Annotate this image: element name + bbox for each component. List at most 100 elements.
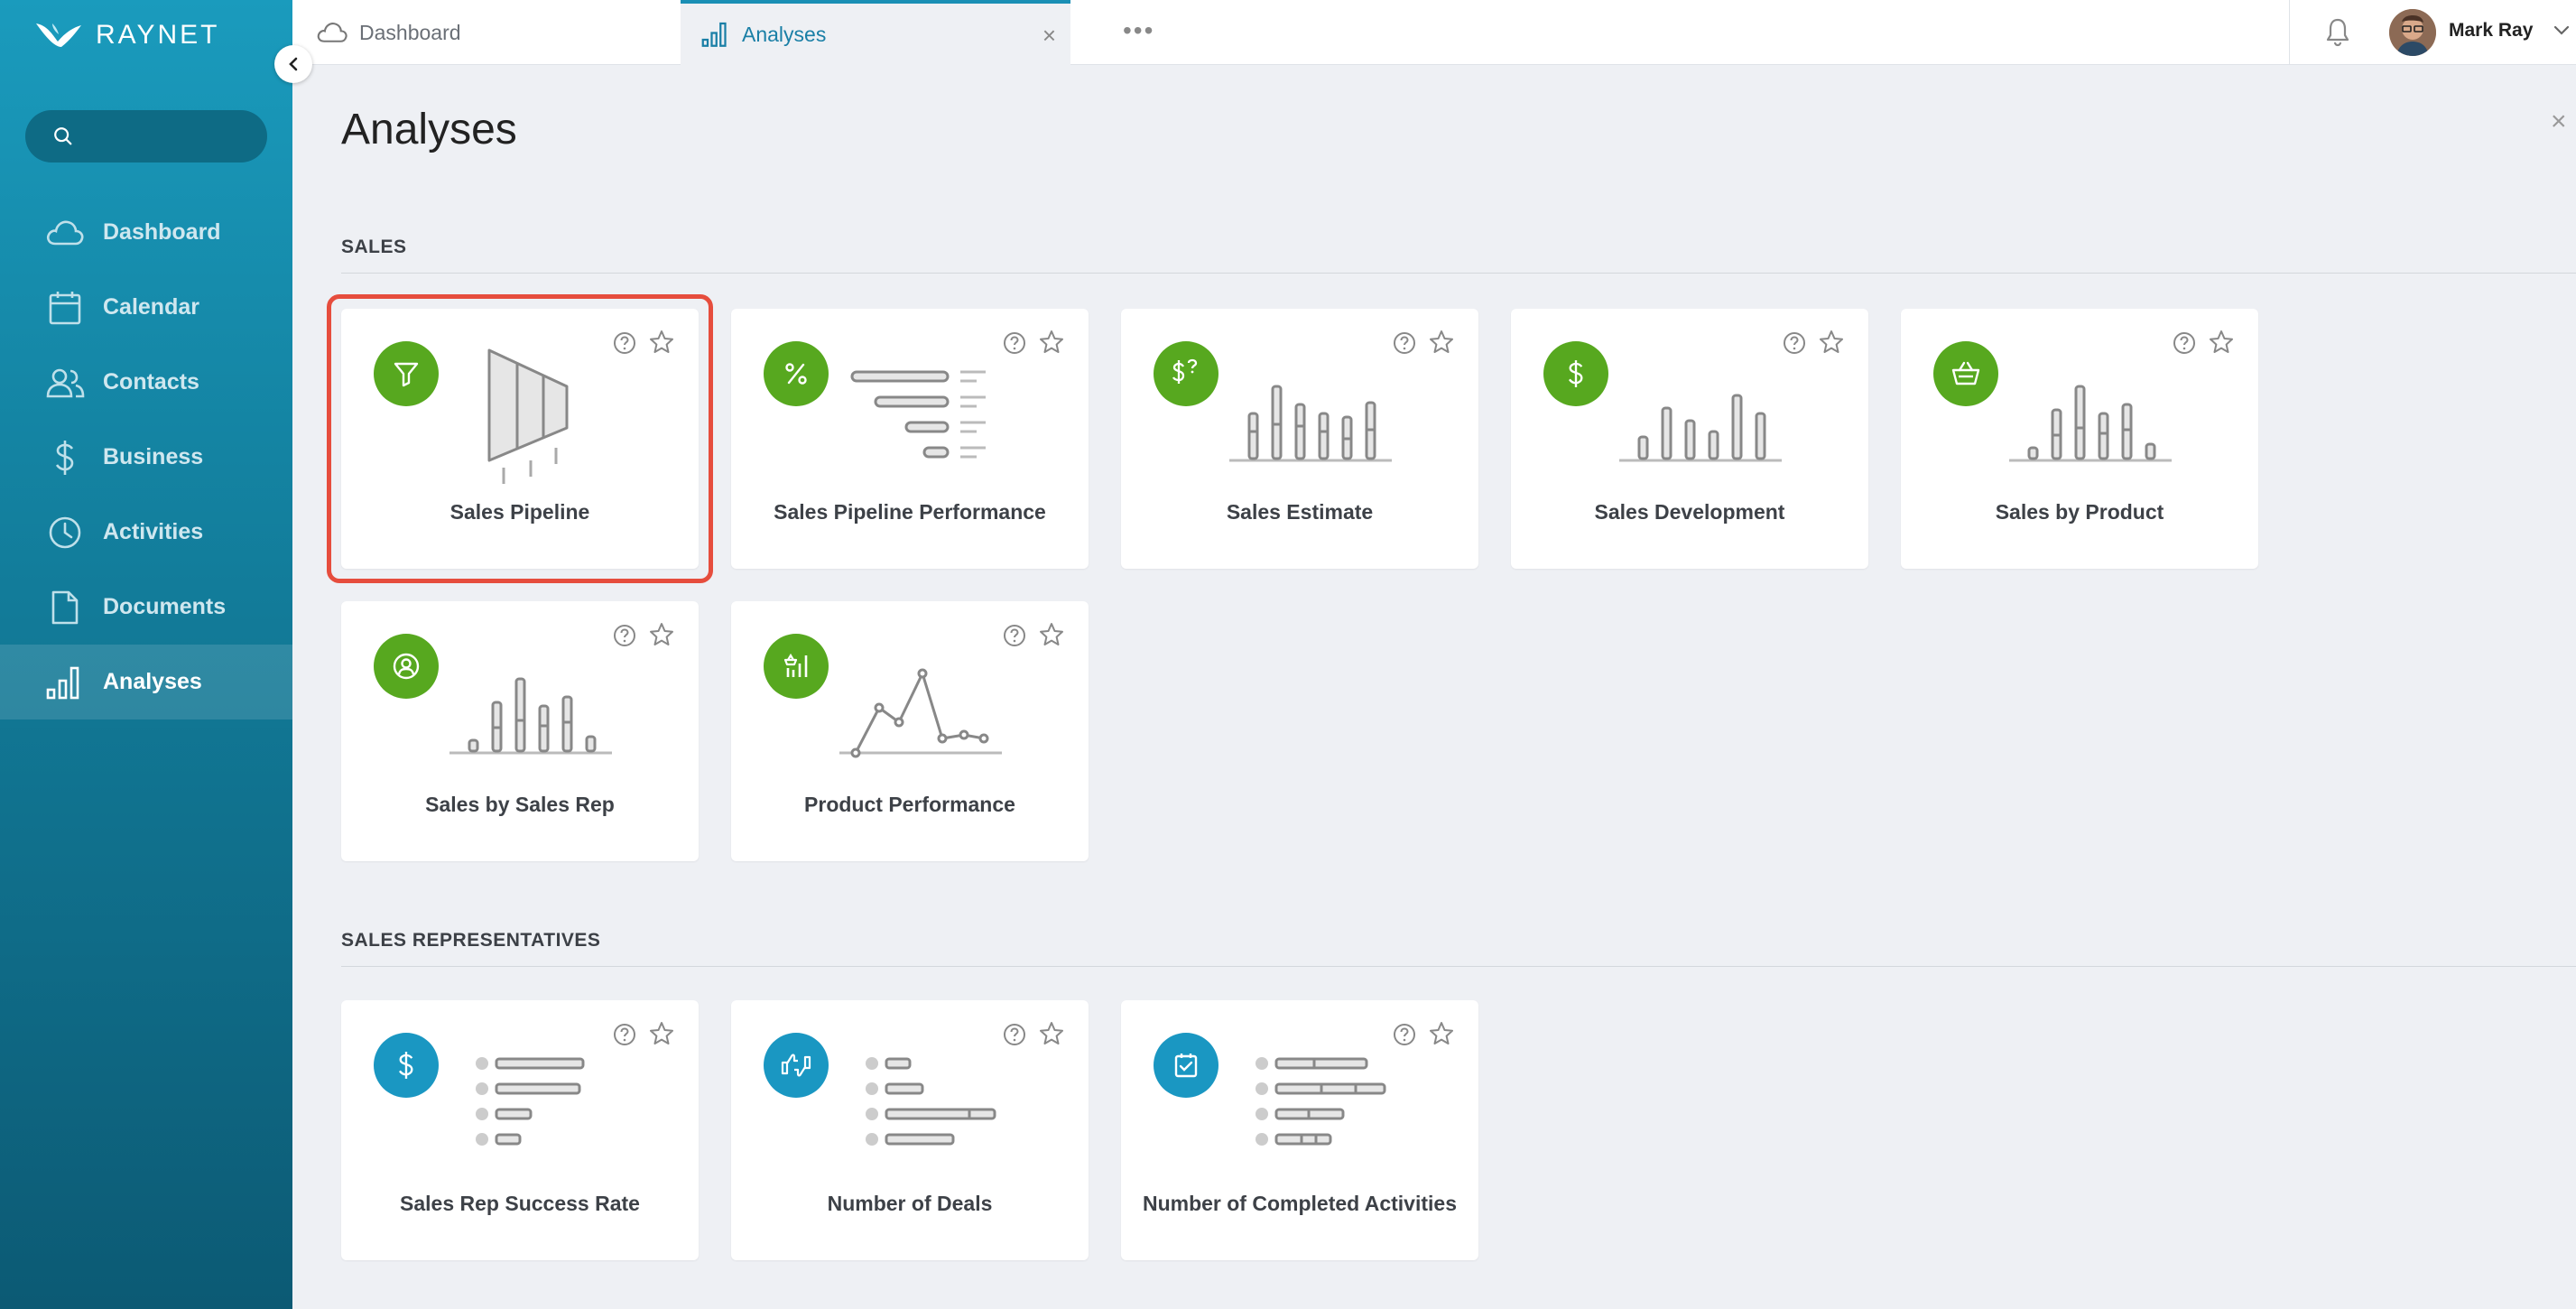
card-label: Sales Pipeline (449, 500, 590, 524)
top-bar: Dashboard Analyses × ••• Mark Ray (292, 0, 2576, 65)
sidebar-search[interactable] (25, 110, 267, 162)
card-sales-pipeline[interactable]: Sales Pipeline (341, 309, 699, 569)
sidebar-item-dashboard[interactable]: Dashboard (0, 195, 292, 270)
chevron-down-icon[interactable] (2552, 20, 2571, 44)
card-product-performance[interactable]: Product Performance (731, 601, 1089, 861)
stacked-bars-illustration (2009, 385, 2172, 462)
tab-label: Dashboard (359, 20, 461, 44)
sidebar-item-label: Analyses (103, 669, 202, 694)
card-sales-pipeline-performance[interactable]: Sales Pipeline Performance (731, 309, 1089, 569)
sidebar: RAYNET Dashboard Calendar Contacts Busin… (0, 0, 292, 1309)
star-icon[interactable] (1038, 1020, 1065, 1052)
card-label: Sales Estimate (1226, 500, 1374, 524)
sidebar-item-documents[interactable]: Documents (0, 570, 292, 645)
sidebar-collapse-button[interactable] (274, 45, 312, 83)
card-label: Sales Pipeline Performance (774, 500, 1046, 524)
chevron-left-icon (289, 57, 298, 71)
ranking-list-illustration (1256, 1057, 1386, 1146)
card-label: Sales Development (1594, 500, 1785, 524)
tab-label: Analyses (742, 22, 827, 46)
section-divider (341, 966, 2576, 967)
card-label: Product Performance (804, 793, 1015, 816)
search-icon (54, 127, 72, 145)
ranking-list-illustration (866, 1057, 996, 1146)
cloud-icon (45, 213, 85, 253)
contacts-icon (45, 363, 85, 403)
stacked-bars-illustration (449, 677, 612, 755)
raynet-logo[interactable]: RAYNET (34, 20, 219, 51)
card-sales-by-product[interactable]: Sales by Product (1901, 309, 2258, 569)
avatar[interactable] (2389, 9, 2436, 56)
sidebar-item-calendar[interactable]: Calendar (0, 270, 292, 345)
star-icon[interactable] (1428, 1020, 1455, 1052)
card-label: Sales Rep Success Rate (400, 1192, 640, 1215)
clock-icon (45, 513, 85, 552)
bars-chart-illustration (1619, 394, 1782, 462)
brand-name: RAYNET (96, 20, 220, 50)
card-number-of-completed-activities[interactable]: Number of Completed Activities (1121, 1000, 1478, 1260)
star-icon[interactable] (648, 329, 675, 360)
stacked-bars-illustration (1229, 385, 1392, 462)
section-title-sales: SALES (341, 237, 407, 257)
page-title: Analyses (341, 106, 517, 153)
funnel-chart-illustration (487, 348, 569, 484)
card-label: Number of Deals (827, 1192, 993, 1215)
card-number-of-deals[interactable]: Number of Deals (731, 1000, 1089, 1260)
star-icon[interactable] (1428, 329, 1455, 360)
sidebar-search-input[interactable] (87, 125, 267, 148)
sidebar-item-label: Documents (103, 594, 227, 619)
dollar-icon (1543, 341, 1608, 406)
percent-icon (764, 341, 829, 406)
user-circle-icon (374, 634, 439, 699)
dollar-question-icon (1154, 341, 1219, 406)
bars-chart-illustration (850, 370, 986, 459)
sidebar-item-label: Business (103, 444, 204, 469)
user-name[interactable]: Mark Ray (2449, 20, 2533, 42)
dollar-icon (374, 1033, 439, 1098)
card-label: Sales by Sales Rep (425, 793, 615, 816)
calendar-icon (45, 288, 85, 328)
cloud-icon (317, 23, 347, 42)
star-icon[interactable] (1038, 329, 1065, 360)
bar-chart-icon (701, 22, 727, 47)
basket-icon (1933, 341, 1998, 406)
star-icon[interactable] (648, 1020, 675, 1052)
card-label: Number of Completed Activities (1142, 1192, 1458, 1215)
close-icon[interactable]: × (2551, 107, 2567, 137)
more-tabs-icon[interactable]: ••• (1123, 16, 1154, 45)
section-divider (341, 273, 2576, 274)
sidebar-item-label: Activities (103, 519, 204, 544)
card-sales-rep-success-rate[interactable]: Sales Rep Success Rate (341, 1000, 699, 1260)
card-sales-estimate[interactable]: Sales Estimate (1121, 309, 1478, 569)
raynet-bird-icon (36, 23, 81, 47)
card-sales-by-sales-rep[interactable]: Sales by Sales Rep (341, 601, 699, 861)
sidebar-item-activities[interactable]: Activities (0, 495, 292, 570)
card-label: Sales by Product (1995, 500, 2164, 524)
sidebar-nav: Dashboard Calendar Contacts Business Act… (0, 195, 292, 719)
bell-icon[interactable] (2324, 16, 2351, 51)
star-icon[interactable] (2208, 329, 2235, 360)
user-area: Mark Ray (2289, 0, 2576, 65)
sidebar-item-label: Contacts (103, 369, 199, 395)
line-chart-illustration (839, 668, 1002, 758)
product-chart-icon (764, 634, 829, 699)
ranking-list-illustration (476, 1057, 585, 1146)
close-icon[interactable]: × (1042, 22, 1056, 50)
sidebar-item-analyses[interactable]: Analyses (0, 645, 292, 719)
funnel-icon (374, 341, 439, 406)
dollar-icon (45, 438, 85, 478)
document-icon (45, 588, 85, 627)
checkbox-icon (1154, 1033, 1219, 1098)
tab-analyses[interactable]: Analyses × (681, 0, 1070, 65)
card-sales-development[interactable]: Sales Development (1511, 309, 1868, 569)
thumbs-icon (764, 1033, 829, 1098)
star-icon[interactable] (1038, 621, 1065, 653)
star-icon[interactable] (1818, 329, 1845, 360)
tab-dashboard[interactable]: Dashboard (316, 0, 461, 65)
bar-chart-icon (45, 663, 85, 702)
sidebar-item-business[interactable]: Business (0, 420, 292, 495)
sidebar-item-contacts[interactable]: Contacts (0, 345, 292, 420)
sidebar-item-label: Dashboard (103, 219, 221, 245)
star-icon[interactable] (648, 621, 675, 653)
sidebar-item-label: Calendar (103, 294, 199, 320)
